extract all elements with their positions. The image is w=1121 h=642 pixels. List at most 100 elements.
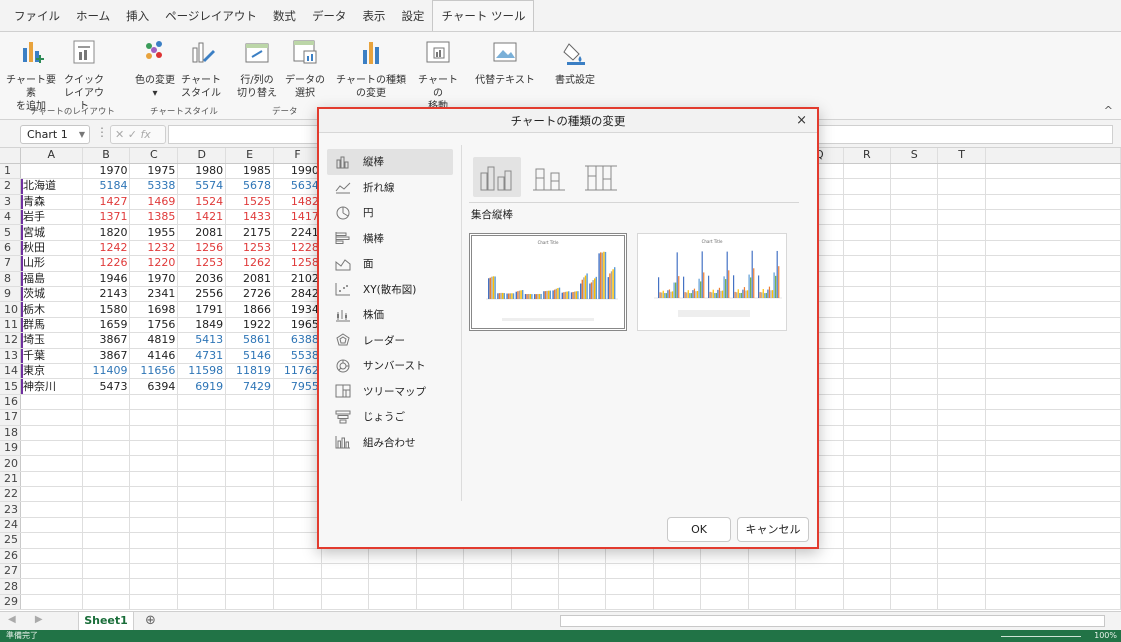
cell[interactable] (985, 455, 1121, 472)
cell[interactable] (368, 594, 417, 611)
cell[interactable]: 5634 (273, 178, 322, 195)
cell[interactable] (20, 501, 83, 518)
cell[interactable] (605, 578, 654, 595)
cell[interactable] (273, 532, 322, 549)
cell[interactable]: 栃木 (20, 301, 83, 318)
cell[interactable] (890, 501, 939, 518)
cell[interactable] (843, 224, 892, 241)
cell[interactable]: 6394 (129, 378, 179, 395)
cell[interactable] (890, 163, 939, 180)
cell[interactable]: 千葉 (20, 348, 83, 364)
cell[interactable] (463, 594, 512, 611)
cell[interactable] (416, 563, 465, 580)
cell[interactable] (843, 209, 892, 226)
cell[interactable] (20, 163, 83, 180)
cell[interactable] (985, 501, 1121, 518)
cell[interactable] (20, 578, 83, 595)
sheet-nav-icons[interactable]: ◀ ▶ (8, 614, 51, 625)
cell[interactable] (177, 440, 227, 457)
cell[interactable] (890, 517, 939, 534)
cell[interactable] (129, 501, 179, 518)
cell[interactable]: 1226 (82, 255, 131, 272)
cell[interactable] (82, 594, 131, 611)
cell[interactable]: 5338 (129, 178, 179, 195)
cell[interactable] (890, 348, 939, 364)
cell[interactable] (129, 532, 179, 549)
cell[interactable]: 1525 (225, 194, 275, 211)
close-icon[interactable]: × (796, 109, 807, 133)
cell[interactable] (985, 486, 1121, 503)
cell[interactable] (985, 209, 1121, 226)
category-radar[interactable]: レーダー (327, 328, 453, 354)
cell[interactable] (129, 548, 179, 565)
cell[interactable]: 6388 (273, 332, 322, 349)
cell[interactable] (82, 548, 131, 565)
cell[interactable] (20, 425, 83, 441)
cell[interactable] (843, 348, 892, 364)
column-header[interactable]: F (273, 148, 322, 164)
cell[interactable]: 1256 (177, 240, 227, 257)
tab-settings[interactable]: 設定 (393, 1, 432, 31)
cell[interactable] (700, 563, 749, 580)
row-header[interactable]: 13 (0, 348, 21, 364)
tab-view[interactable]: 表示 (354, 1, 393, 31)
row-header[interactable]: 3 (0, 194, 21, 211)
cell[interactable] (890, 440, 939, 457)
add-chart-element-button[interactable]: チャート要素 を追加 (6, 38, 56, 113)
cell[interactable] (937, 548, 986, 565)
cell[interactable] (937, 455, 986, 472)
column-header[interactable]: D (177, 148, 227, 164)
cell[interactable]: 7429 (225, 378, 275, 395)
cell[interactable]: 1242 (82, 240, 131, 257)
row-header[interactable]: 15 (0, 378, 21, 395)
cell[interactable]: 1433 (225, 209, 275, 226)
cell[interactable] (321, 548, 370, 565)
cell[interactable] (843, 594, 892, 611)
row-header[interactable]: 12 (0, 332, 21, 349)
cell[interactable] (605, 563, 654, 580)
cell[interactable]: 1385 (129, 209, 179, 226)
cell[interactable] (177, 394, 227, 411)
cell[interactable]: 1228 (273, 240, 322, 257)
cell[interactable] (795, 548, 844, 565)
cell[interactable] (225, 578, 275, 595)
formula-buttons[interactable]: ✕ ✓ fx (110, 125, 166, 144)
cell[interactable] (177, 486, 227, 503)
cell[interactable] (985, 409, 1121, 426)
cell[interactable] (273, 517, 322, 534)
category-area[interactable]: 面 (327, 251, 453, 277)
cell[interactable] (129, 471, 179, 488)
cell[interactable] (225, 425, 275, 441)
row-header[interactable]: 25 (0, 532, 21, 549)
cell[interactable] (937, 594, 986, 611)
cell[interactable] (82, 440, 131, 457)
cancel-button[interactable]: キャンセル (737, 517, 809, 542)
cell[interactable] (225, 440, 275, 457)
cell[interactable] (273, 409, 322, 426)
cell[interactable]: 山形 (20, 255, 83, 272)
cell[interactable] (129, 409, 179, 426)
cell[interactable] (890, 194, 939, 211)
cell[interactable] (843, 378, 892, 395)
cell[interactable] (273, 455, 322, 472)
cell[interactable] (843, 317, 892, 334)
cell[interactable] (225, 486, 275, 503)
cell[interactable] (558, 594, 607, 611)
cell[interactable] (985, 563, 1121, 580)
cell[interactable] (273, 486, 322, 503)
cell[interactable] (843, 548, 892, 565)
subtype-stacked-column[interactable] (525, 157, 573, 197)
cell[interactable] (129, 517, 179, 534)
cell[interactable] (843, 255, 892, 272)
cell[interactable] (937, 378, 986, 395)
cell[interactable] (985, 548, 1121, 565)
cell[interactable] (463, 578, 512, 595)
cell[interactable]: 1698 (129, 301, 179, 318)
cell[interactable] (937, 394, 986, 411)
select-all-corner[interactable] (0, 148, 21, 164)
cell[interactable] (225, 409, 275, 426)
cell[interactable] (843, 486, 892, 503)
cell[interactable]: 1417 (273, 209, 322, 226)
cell[interactable] (937, 255, 986, 272)
preview-clustered-by-series[interactable]: Chart Title (469, 233, 627, 331)
